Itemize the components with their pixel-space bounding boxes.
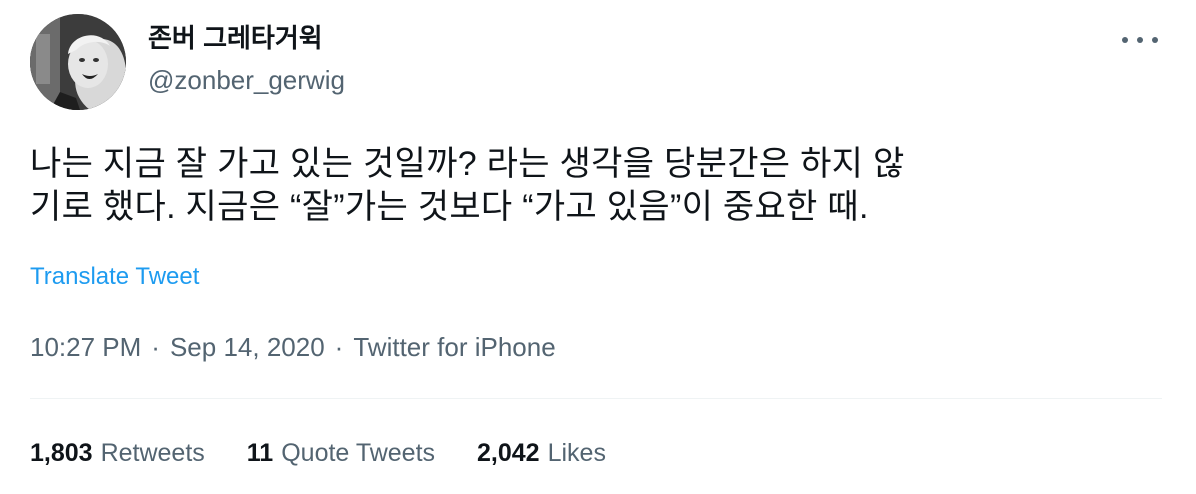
more-horizontal-icon bbox=[1152, 37, 1158, 43]
more-horizontal-icon bbox=[1122, 37, 1128, 43]
meta-separator: · bbox=[334, 332, 344, 362]
tweet-metadata: 10:27 PM · Sep 14, 2020 · Twitter for iPhone bbox=[30, 330, 556, 364]
display-name[interactable]: 존버 그레타거윅 bbox=[148, 22, 323, 54]
divider bbox=[30, 398, 1162, 399]
retweets-count: 1,803 bbox=[30, 439, 93, 467]
tweet-source-link[interactable]: Twitter for iPhone bbox=[353, 332, 555, 362]
quote-tweets-count: 11 bbox=[246, 439, 274, 467]
quote-tweets-label: Quote Tweets bbox=[281, 439, 436, 467]
retweets-stat[interactable]: 1,803 Retweets bbox=[30, 437, 205, 469]
more-horizontal-icon bbox=[1137, 37, 1143, 43]
tweet-time[interactable]: 10:27 PM bbox=[30, 332, 141, 362]
tweet-text-line: 나는 지금 잘 가고 있는 것일까? 라는 생각을 당분간은 하지 않 bbox=[30, 145, 905, 183]
tweet-text: 나는 지금 잘 가고 있는 것일까? 라는 생각을 당분간은 하지 않 기로 했… bbox=[30, 143, 1150, 229]
tweet-date[interactable]: Sep 14, 2020 bbox=[170, 332, 325, 362]
translate-tweet-link[interactable]: Translate Tweet bbox=[30, 262, 199, 292]
likes-stat[interactable]: 2,042 Likes bbox=[477, 437, 606, 469]
more-options-button[interactable] bbox=[1122, 26, 1158, 54]
avatar[interactable] bbox=[30, 14, 126, 110]
likes-label: Likes bbox=[547, 439, 606, 467]
avatar-photo bbox=[30, 14, 126, 110]
tweet-card: 존버 그레타거윅 @zonber_gerwig 나는 지금 잘 가고 있는 것일… bbox=[0, 0, 1196, 494]
likes-count: 2,042 bbox=[477, 439, 540, 467]
quote-tweets-stat[interactable]: 11 Quote Tweets bbox=[247, 437, 435, 469]
tweet-text-line: 기로 했다. 지금은 “잘”가는 것보다 “가고 있음”이 중요한 때. bbox=[30, 188, 869, 226]
user-handle[interactable]: @zonber_gerwig bbox=[148, 64, 345, 96]
retweets-label: Retweets bbox=[100, 439, 205, 467]
engagement-stats: 1,803 Retweets 11 Quote Tweets 2,042 Lik… bbox=[30, 437, 648, 469]
meta-separator: · bbox=[151, 332, 160, 362]
